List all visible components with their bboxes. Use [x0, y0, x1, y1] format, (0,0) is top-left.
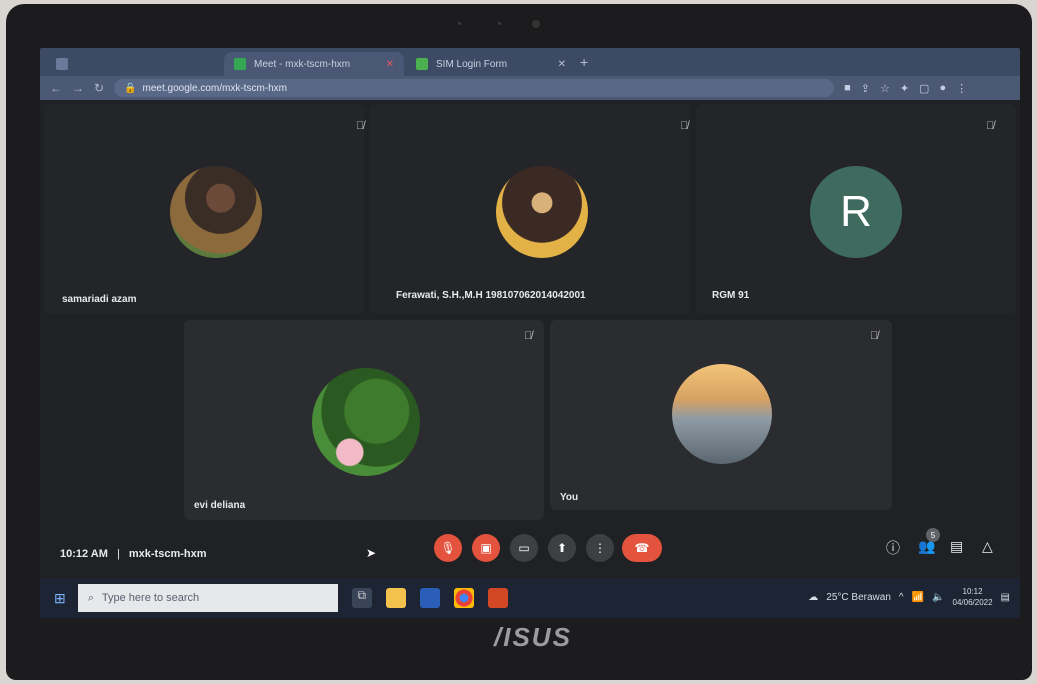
page-icon: [416, 58, 428, 70]
participant-avatar: [672, 364, 772, 464]
back-icon[interactable]: ←: [50, 81, 62, 95]
share-icon[interactable]: ⇪: [861, 82, 870, 95]
weather-icon: ☁: [808, 591, 819, 603]
mic-off-icon: 🎙̸: [524, 330, 533, 342]
separator: |: [116, 548, 120, 560]
meet-icon: [234, 58, 246, 70]
info-icon[interactable]: ⓘ: [886, 538, 900, 558]
powerpoint-icon[interactable]: [487, 588, 508, 608]
chat-icon[interactable]: ▤: [950, 538, 963, 555]
mouse-cursor-icon: ➤: [366, 546, 377, 560]
leave-call-button[interactable]: ☎: [622, 534, 662, 562]
participant-tile-rgm91[interactable]: 🎙̸ R RGM 91: [696, 104, 1016, 314]
browser-tab-bar: Meet - mxk-tscm-hxm ✕ SIM Login Form ✕ +: [40, 48, 1020, 76]
participant-name: Ferawati, S.H.,M.H 198107062014042001: [396, 290, 586, 301]
meeting-info: 10:12 AM | mxk-tscm-hxm: [60, 548, 207, 560]
people-count-badge: 5: [926, 528, 940, 542]
windows-start-icon[interactable]: ⊞: [54, 590, 66, 607]
participant-tile-ferawati[interactable]: 🎙̸ Ferawati, S.H.,M.H 198107062014042001: [370, 104, 690, 314]
participant-initial-avatar: R: [810, 166, 902, 258]
participant-name: evi deliana: [194, 500, 246, 511]
participant-avatar: [496, 166, 588, 258]
menu-icon[interactable]: ⋮: [956, 82, 967, 95]
laptop-brand-logo: /ISUS: [494, 622, 572, 652]
meeting-code: mxk-tscm-hxm: [128, 548, 207, 560]
tab-placeholder[interactable]: [46, 52, 226, 76]
laptop-frame: Meet - mxk-tscm-hxm ✕ SIM Login Form ✕ +…: [6, 4, 1032, 680]
forward-icon[interactable]: →: [72, 81, 84, 95]
participant-name: samariadi azam: [62, 294, 137, 305]
globe-icon: [56, 58, 68, 70]
participant-name: RGM 91: [712, 290, 750, 301]
chevron-up-icon[interactable]: ^: [899, 592, 904, 603]
search-icon: ⌕: [87, 591, 94, 604]
mic-off-icon: 🎙̸: [986, 120, 995, 132]
mic-off-icon: 🎙: [440, 541, 456, 555]
windows-taskbar: ⊞ ⌕ Type here to search ⧉ ☁ 25°C Berawan…: [40, 578, 1020, 618]
extensions-icon[interactable]: ✦: [900, 82, 909, 95]
mic-off-icon: 🎙̸: [680, 120, 689, 132]
participant-avatar: [170, 166, 262, 258]
system-tray: ☁ 25°C Berawan ^ 📶 🔈 10:12 04/06/2022 ▤: [808, 586, 1010, 608]
url-field[interactable]: 🔒 meet.google.com/mxk-tscm-hxm: [114, 79, 835, 97]
lock-icon: 🔒: [124, 82, 137, 94]
mic-toggle-button[interactable]: 🎙: [434, 534, 462, 562]
star-icon[interactable]: ☆: [880, 82, 890, 95]
notifications-icon[interactable]: ▤: [1001, 592, 1010, 603]
task-view-icon[interactable]: ⧉: [351, 588, 372, 608]
meet-grid: 🎙̸ samariadi azam 🎙̸ Ferawati, S.H.,M.H …: [40, 100, 1020, 590]
chrome-icon[interactable]: [453, 588, 474, 608]
mic-off-icon: 🎙̸: [870, 330, 879, 342]
sidepanel-icon[interactable]: ▢: [919, 82, 929, 95]
taskbar-clock[interactable]: 10:12 04/06/2022: [953, 586, 993, 608]
screen: Meet - mxk-tscm-hxm ✕ SIM Login Form ✕ +…: [40, 48, 1020, 618]
meeting-controls-bar: 10:12 AM | mxk-tscm-hxm ➤ 🎙 ▣ ▭ ⬆ ⋮ ☎ ⓘ …: [40, 528, 1020, 572]
captions-button[interactable]: ▭: [510, 534, 538, 562]
webcam: [532, 20, 540, 28]
camera-icon[interactable]: ■: [844, 82, 851, 94]
profile-icon[interactable]: ●: [939, 82, 946, 94]
new-tab-icon[interactable]: +: [580, 54, 588, 70]
participant-tile-evi[interactable]: 🎙̸ evi deliana: [184, 320, 544, 520]
meeting-time: 10:12 AM: [60, 548, 108, 560]
url-text: meet.google.com/mxk-tscm-hxm: [142, 82, 287, 94]
tab-meet[interactable]: Meet - mxk-tscm-hxm ✕: [224, 52, 404, 76]
tab-label: SIM Login Form: [436, 58, 508, 70]
mic-off-icon: 🎙̸: [356, 120, 365, 132]
word-icon[interactable]: [419, 588, 440, 608]
tab-sim-login[interactable]: SIM Login Form ✕: [406, 52, 576, 76]
participant-tile-you[interactable]: 🎙̸ You: [550, 320, 892, 510]
reload-icon[interactable]: ↻: [94, 81, 104, 95]
participant-name: You: [560, 492, 579, 503]
camera-toggle-button[interactable]: ▣: [472, 534, 500, 562]
weather-text[interactable]: 25°C Berawan: [826, 592, 891, 603]
volume-icon[interactable]: 🔈: [932, 592, 944, 603]
camera-off-icon: ▣: [480, 541, 492, 555]
sensor-dot: [458, 22, 461, 25]
present-icon: ⬆: [556, 541, 568, 555]
clock-time: 10:12: [962, 587, 983, 596]
sensor-dot: [498, 22, 501, 25]
hang-up-icon: ☎: [634, 541, 650, 555]
tab-label: Meet - mxk-tscm-hxm: [254, 58, 351, 70]
clock-date: 04/06/2022: [952, 598, 993, 607]
more-options-button[interactable]: ⋮: [586, 534, 614, 562]
file-explorer-icon[interactable]: [385, 588, 406, 608]
present-button[interactable]: ⬆: [548, 534, 576, 562]
activities-icon[interactable]: △: [982, 538, 993, 555]
address-bar: ← → ↻ 🔒 meet.google.com/mxk-tscm-hxm ■ ⇪…: [40, 76, 1020, 100]
more-icon: ⋮: [594, 541, 606, 555]
captions-icon: ▭: [518, 541, 530, 555]
taskbar-search-box[interactable]: ⌕ Type here to search: [77, 584, 338, 612]
network-icon[interactable]: 📶: [912, 592, 924, 603]
participant-tile-samariadi[interactable]: 🎙̸ samariadi azam: [44, 104, 364, 314]
search-placeholder: Type here to search: [101, 592, 200, 604]
close-icon[interactable]: ✕: [386, 59, 394, 70]
close-icon[interactable]: ✕: [558, 59, 566, 70]
participant-avatar: [312, 368, 420, 476]
